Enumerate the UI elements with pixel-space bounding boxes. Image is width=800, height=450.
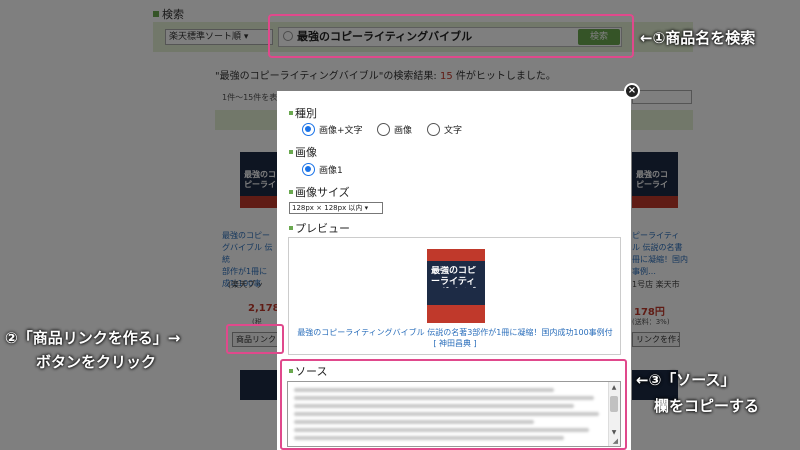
- blurred-source-line: [294, 396, 594, 400]
- radio-selected-icon[interactable]: [302, 123, 315, 136]
- image-size-select[interactable]: 128px × 128px 以内 ▾: [289, 202, 383, 214]
- blurred-source-line: [294, 420, 534, 424]
- type-option-image[interactable]: 画像: [377, 123, 412, 136]
- blurred-source-line: [294, 388, 554, 392]
- link-button-highlight: [226, 324, 284, 354]
- blurred-source-line: [294, 404, 574, 408]
- image-size-value: 128px × 128px 以内: [292, 204, 363, 212]
- resize-handle-icon[interactable]: ◢: [613, 437, 618, 445]
- image-option-label: 画像1: [319, 166, 343, 176]
- preview-heading-text: プレビュー: [295, 222, 350, 235]
- preview-book-title: 最強のコピーライティングバイブル: [431, 266, 477, 287]
- green-square-icon: [289, 226, 293, 230]
- book-cover-band: [427, 305, 485, 323]
- annotation-step3-line2: 欄をコピーする: [654, 397, 760, 415]
- image-heading: 画像: [289, 144, 317, 160]
- image-size-heading-text: 画像サイズ: [295, 186, 350, 199]
- type-option-text[interactable]: 文字: [427, 123, 462, 136]
- scroll-up-icon[interactable]: ▲: [610, 384, 618, 391]
- green-square-icon: [289, 190, 293, 194]
- annotation-step2-line1: ②「商品リンクを作る」→: [5, 329, 181, 347]
- image-size-heading: 画像サイズ: [289, 184, 350, 200]
- radio-selected-icon[interactable]: [302, 163, 315, 176]
- source-textarea[interactable]: ▲ ▼ ◢: [287, 381, 621, 447]
- annotation-step2-line2: ボタンをクリック: [36, 353, 157, 371]
- green-square-icon: [289, 150, 293, 154]
- blurred-source-line: [294, 428, 589, 432]
- book-cover-band: [427, 249, 485, 261]
- green-square-icon: [289, 111, 293, 115]
- type-option-label: 画像: [394, 126, 413, 136]
- type-heading: 種別: [289, 105, 317, 121]
- radio-icon[interactable]: [427, 123, 440, 136]
- image-heading-text: 画像: [295, 146, 317, 159]
- type-option-label: 文字: [444, 126, 463, 136]
- scroll-thumb[interactable]: [610, 396, 618, 412]
- search-highlight: [268, 14, 634, 58]
- preview-book-image[interactable]: 最強のコピーライティングバイブル: [427, 249, 485, 323]
- image-option-1[interactable]: 画像1: [302, 163, 343, 176]
- type-heading-text: 種別: [295, 107, 317, 120]
- type-option-image-text[interactable]: 画像+文字: [302, 123, 363, 136]
- close-icon[interactable]: ×: [624, 83, 640, 99]
- scroll-down-icon[interactable]: ▼: [610, 429, 618, 436]
- blurred-source-line: [294, 412, 599, 416]
- preview-product-link[interactable]: 最強のコピーライティングバイブル 伝説の名著3部作が1冊に凝縮！国内成功100事…: [296, 327, 614, 349]
- blurred-source-line: [294, 436, 564, 440]
- annotation-step1: ←①商品名を検索: [640, 29, 756, 47]
- type-option-label: 画像+文字: [319, 126, 363, 136]
- radio-icon[interactable]: [377, 123, 390, 136]
- annotation-step3-line1: ←③「ソース」: [636, 371, 736, 389]
- preview-heading: プレビュー: [289, 220, 350, 236]
